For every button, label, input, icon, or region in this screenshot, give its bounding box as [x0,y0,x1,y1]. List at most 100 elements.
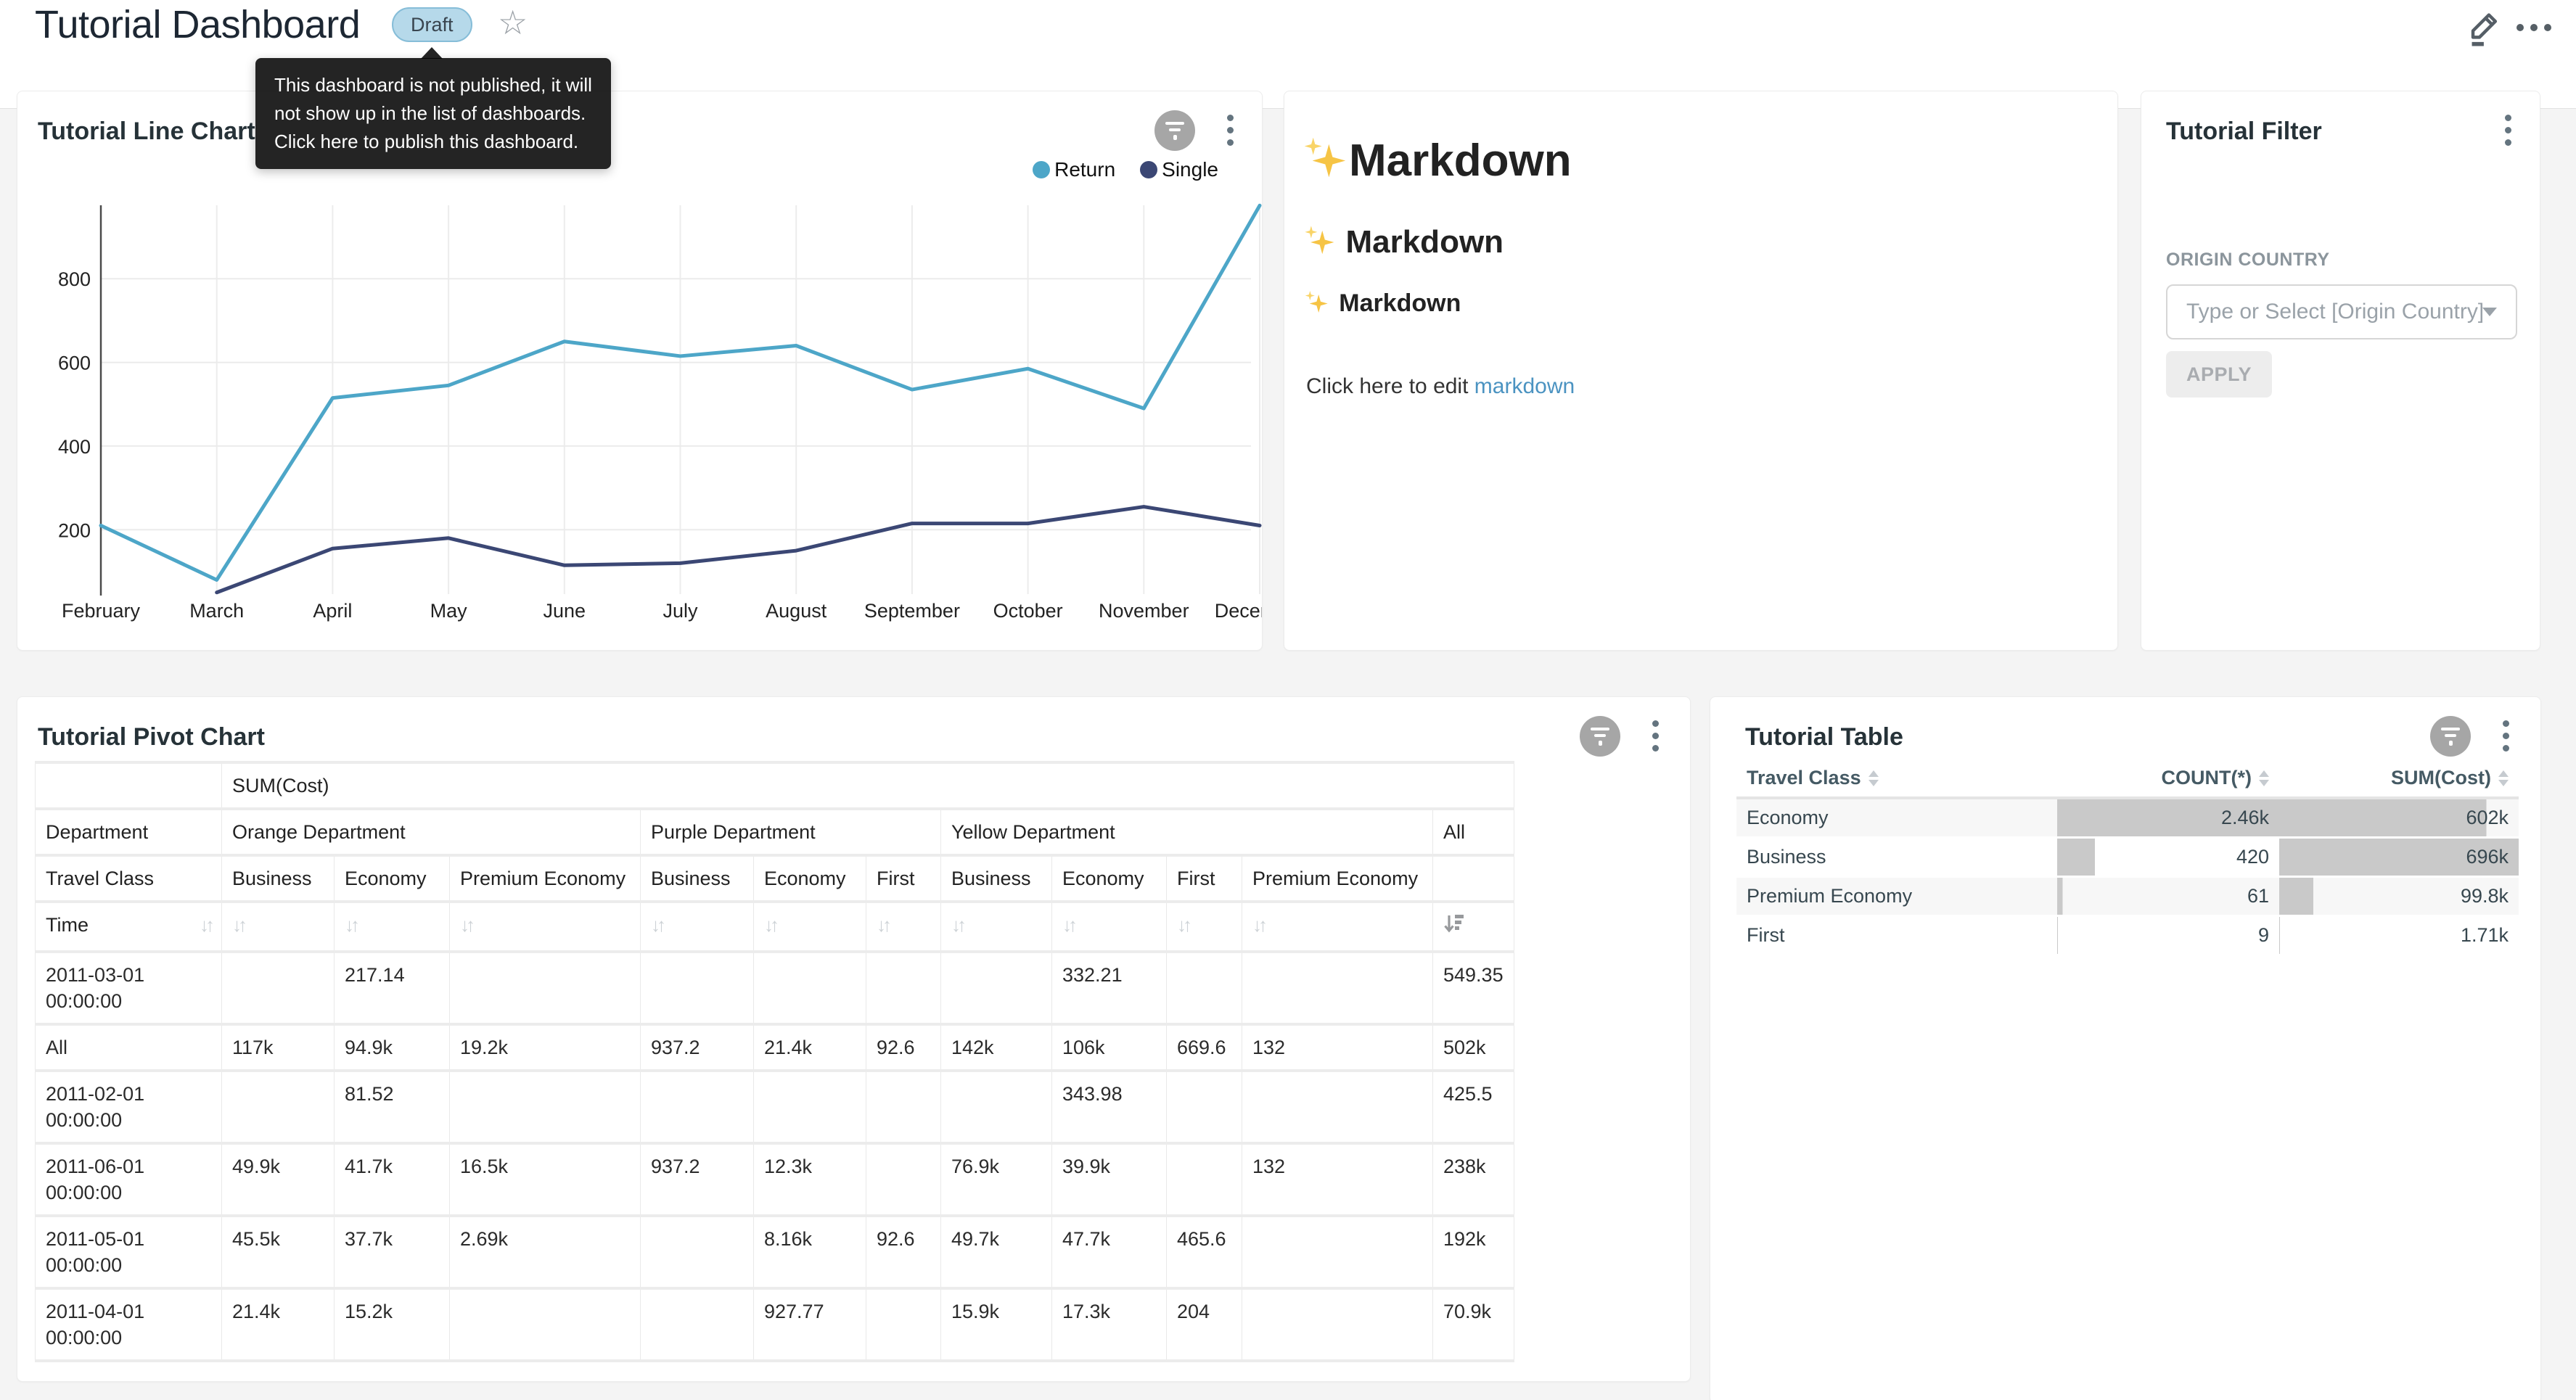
tooltip-line: This dashboard is not published, it will [274,71,592,99]
cell-count: 420 [2057,837,2279,876]
pivot-cell [941,1071,1052,1143]
markdown-link[interactable]: markdown [1474,374,1575,398]
sort-icon[interactable]: ↓↑ [1062,914,1074,936]
cell-count: 2.46k [2057,798,2279,837]
apply-button[interactable]: APPLY [2166,351,2272,398]
pivot-row-time: 2011-06-01 00:00:00 [36,1143,222,1216]
column-header-label: COUNT(*) [2162,767,2252,789]
pivot-cell [866,1143,941,1216]
svg-text:October: October [993,600,1063,622]
sort-icon[interactable]: ↓↑ [1177,914,1189,936]
pivot-cell [641,1071,754,1143]
column-header-0: Travel Class [1736,759,2057,798]
pivot-cell: 45.5k [222,1216,335,1288]
caret-up-icon [2259,770,2269,777]
cell-travel-class: Premium Economy [1736,876,2057,915]
pivot-corner-cell [36,762,222,809]
favorite-star-icon[interactable]: ☆ [498,1,528,44]
sort-icon[interactable]: ↓↑ [951,914,963,936]
travel-class-table: Travel ClassCOUNT(*)SUM(Cost)Economy2.46… [1736,759,2519,956]
filter-card: Tutorial Filter ORIGIN COUNTRY Type or S… [2141,91,2540,651]
table-row: Business420696k [1736,837,2519,876]
pivot-cell: 70.9k [1433,1288,1514,1361]
svg-text:November: November [1099,600,1189,622]
caret-down-icon [2259,780,2269,786]
draft-badge[interactable]: Draft [392,7,472,42]
travel-class-table-wrap: Travel ClassCOUNT(*)SUM(Cost)Economy2.46… [1736,759,2519,956]
line-chart-svg: 200400600800FebruaryMarchAprilMayJuneJul… [17,182,1263,650]
pivot-cell: 21.4k [222,1288,335,1361]
pivot-cell [450,1288,641,1361]
pivot-cell: 21.4k [754,1024,866,1071]
pivot-cell: 204 [1167,1288,1242,1361]
sort-carets-icon [2498,770,2509,786]
pivot-cell: 49.9k [222,1143,335,1216]
cell-sum: 602k [2279,798,2519,837]
filter-indicator-icon[interactable] [1580,716,1620,757]
legend-dot-icon [1033,161,1050,178]
header-more-menu-icon[interactable] [2516,17,2551,38]
sort-descending-icon[interactable] [1443,912,1465,935]
filter-indicator-icon[interactable] [2430,716,2471,757]
origin-country-select[interactable]: Type or Select [Origin Country] [2166,284,2517,339]
column-header-2: SUM(Cost) [2279,759,2519,798]
pivot-chart-kebab-icon[interactable] [1646,720,1664,752]
svg-text:July: July [663,600,698,622]
pivot-cell: 425.5 [1433,1071,1514,1143]
sparkles-icon [1306,292,1329,315]
sort-icon[interactable]: ↓↑ [877,914,888,936]
pivot-cell: 549.35 [1433,952,1514,1024]
column-header-label: SUM(Cost) [2391,767,2491,789]
pivot-class-header-empty [1433,855,1514,902]
pivot-cell: 12.3k [754,1143,866,1216]
sort-icon[interactable]: ↓↑ [1252,914,1264,936]
legend-item-return[interactable]: Return [1033,158,1115,181]
legend-dot-icon [1140,161,1157,178]
pivot-cell [1242,1288,1433,1361]
pivot-travel-class-label: Travel Class [36,855,222,902]
pivot-cell: 332.21 [1052,952,1167,1024]
pivot-cell [1242,952,1433,1024]
pivot-row: All117k94.9k19.2k937.221.4k92.6142k106k6… [36,1024,1514,1071]
column-header-sort[interactable]: SUM(Cost) [2289,767,2509,789]
filter-card-kebab-icon[interactable] [2499,115,2516,146]
line-chart-title: Tutorial Line Chart [38,118,255,146]
caret-up-icon [2498,770,2509,777]
sort-icon[interactable]: ↓↑ [764,914,776,936]
pivot-sort-cell: ↓↑ [1052,902,1167,952]
svg-text:August: August [766,600,827,622]
pivot-row-time: All [36,1024,222,1071]
pivot-group-header: Orange Department [222,809,641,855]
cell-sum: 696k [2279,837,2519,876]
pivot-cell: 17.3k [1052,1288,1167,1361]
pivot-department-row: DepartmentOrange DepartmentPurple Depart… [36,809,1514,855]
legend-label: Single [1162,158,1218,181]
sort-icon[interactable]: ↓↑ [460,914,472,936]
sort-icon[interactable]: ↓↑ [651,914,663,936]
filter-indicator-icon[interactable] [1154,110,1195,151]
column-header-1: COUNT(*) [2057,759,2279,798]
pivot-cell: 669.6 [1167,1024,1242,1071]
select-placeholder: Type or Select [Origin Country] [2186,300,2482,324]
edit-pencil-icon[interactable] [2466,7,2503,48]
pivot-measure-row: SUM(Cost) [36,762,1514,809]
sort-icon[interactable]: ↓↑ [232,914,244,936]
pivot-cell: 92.6 [866,1216,941,1288]
pivot-cell: 217.14 [335,952,450,1024]
table-card-kebab-icon[interactable] [2497,720,2514,752]
markdown-card: Markdown Markdown Markdown Click here to… [1284,91,2118,651]
line-chart-card: Tutorial Line Chart Return Single 2004006… [17,91,1263,651]
pivot-class-row: Travel ClassBusinessEconomyPremium Econo… [36,855,1514,902]
table-row: First91.71k [1736,915,2519,955]
sort-icon[interactable]: ↓↑ [345,914,356,936]
table-card-title: Tutorial Table [1745,723,1903,752]
column-header-sort[interactable]: COUNT(*) [2067,767,2269,789]
line-chart-kebab-icon[interactable] [1221,115,1239,146]
sort-icon[interactable]: ↓↑ [200,912,211,938]
legend-item-single[interactable]: Single [1140,158,1218,181]
column-header-sort[interactable]: Travel Class [1747,767,2047,789]
pivot-cell: 937.2 [641,1143,754,1216]
pivot-class-header: Premium Economy [1242,855,1433,902]
pivot-cell [222,1071,335,1143]
pivot-class-header: First [1167,855,1242,902]
